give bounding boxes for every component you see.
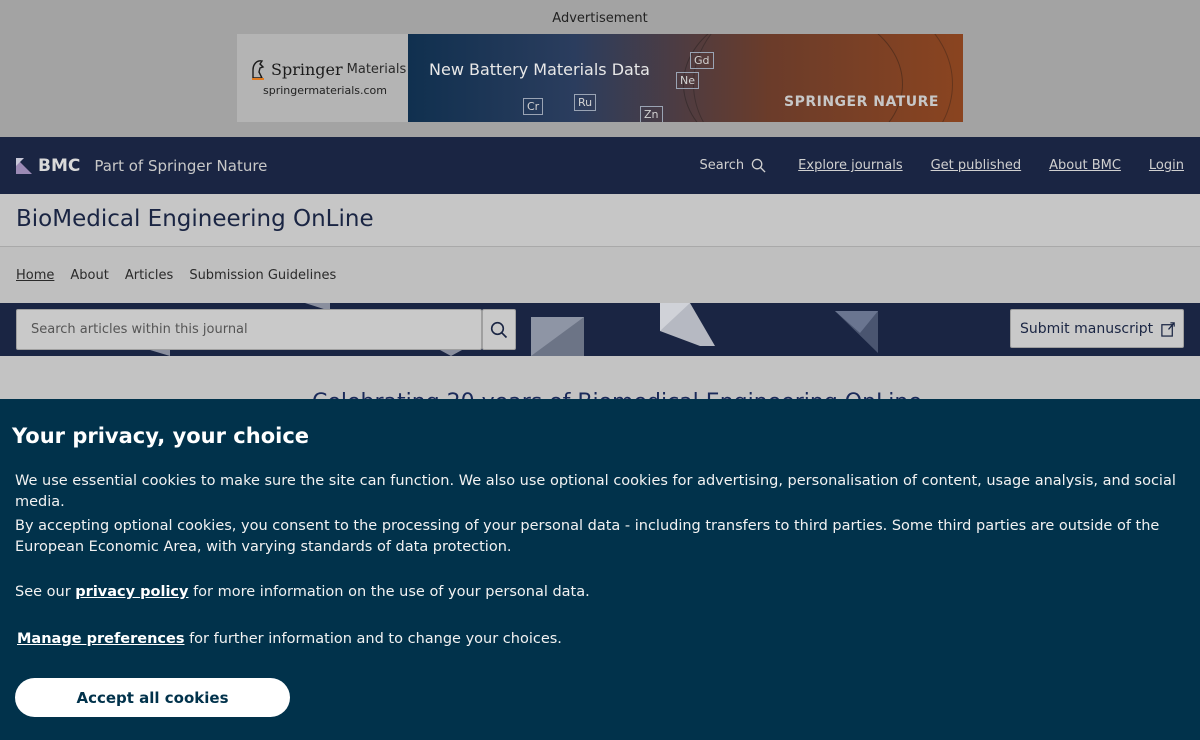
privacy-suffix: for more information on the use of your … [193,584,590,600]
ad-label: Advertisement [552,11,648,26]
header-search-button[interactable]: Search [700,158,767,173]
search-banner: Submit manuscript [0,303,1200,356]
ad-brand-name: Springer [271,59,343,79]
ad-publisher-logo: SPRINGER NATURE [784,94,939,110]
bmc-logo-icon[interactable] [16,157,32,174]
manage-preferences-link[interactable]: Manage preferences [17,631,184,647]
privacy-policy-link[interactable]: privacy policy [75,584,188,600]
logo-subtitle: Part of Springer Nature [94,156,268,175]
header-search-label: Search [699,158,745,173]
cookie-paragraph-consent: By accepting optional cookies, you conse… [15,518,1160,555]
ad-brand-sub: Materials [346,61,407,77]
subnav-articles[interactable]: Articles [125,268,173,283]
journal-search-input[interactable] [17,310,481,349]
ad-element-chip: Ru [574,94,597,111]
ad-url: springermaterials.com [263,84,387,97]
journal-title[interactable]: BioMedical Engineering OnLine [16,206,374,232]
submit-manuscript-button[interactable]: Submit manuscript [1010,309,1184,348]
journal-title-bar: BioMedical Engineering OnLine [0,194,1200,247]
journal-search-field[interactable] [16,309,482,350]
nav-explore-journals[interactable]: Explore journals [798,158,902,173]
ad-element-chip: Zn [640,106,663,122]
ad-brand: Springer Materials [249,58,406,80]
journal-search-button[interactable] [482,309,516,350]
journal-subnav: Home About Articles Submission Guideline… [0,247,1200,303]
nav-login[interactable]: Login [1149,158,1184,173]
privacy-prefix: See our [15,584,71,600]
nav-get-published[interactable]: Get published [931,158,1022,173]
cookie-paragraph-preferences: Manage preferences for further informati… [17,629,1192,650]
subnav-submission-guidelines[interactable]: Submission Guidelines [189,268,336,283]
cookie-title: Your privacy, your choice [12,424,310,448]
ad-headline: New Battery Materials Data [429,60,650,79]
bmc-logo[interactable]: BMC [38,156,80,176]
accept-all-cookies-button[interactable]: Accept all cookies [15,678,290,717]
site-header: BMC Part of Springer Nature Search Explo… [0,137,1200,194]
cookie-paragraph-privacy: See our privacy policy for more informat… [15,582,1190,603]
search-icon [751,158,766,173]
submit-manuscript-label: Submit manuscript [1020,320,1154,337]
nav-about-bmc[interactable]: About BMC [1049,158,1121,173]
ad-brand-panel[interactable]: Springer Materials springermaterials.com [237,34,408,122]
preferences-suffix: for further information and to change yo… [189,631,562,647]
search-icon [490,321,508,338]
springer-horse-icon [252,60,265,80]
ad-element-chip: Ne [676,72,699,89]
cookie-paragraph-essential: We use essential cookies to make sure th… [15,473,1176,510]
ad-image-panel[interactable]: Cr Ru Ne Gd Zn New Battery Materials Dat… [408,34,963,122]
ad-element-chip: Cr [523,98,544,115]
advertisement-area: Advertisement Springer Materials springe… [0,0,1200,137]
header-nav: Search Explore journals Get published Ab… [700,158,1185,173]
subnav-home[interactable]: Home [16,268,54,283]
content-area: Celebrating 20 years of Biomedical Engin… [0,356,1200,400]
cookie-consent-banner: Your privacy, your choice We use essenti… [0,399,1200,740]
ad-element-chip: Gd [690,52,714,69]
subnav-about[interactable]: About [70,268,108,283]
upload-icon [1161,322,1175,337]
ad-banner[interactable]: Springer Materials springermaterials.com… [237,34,963,122]
